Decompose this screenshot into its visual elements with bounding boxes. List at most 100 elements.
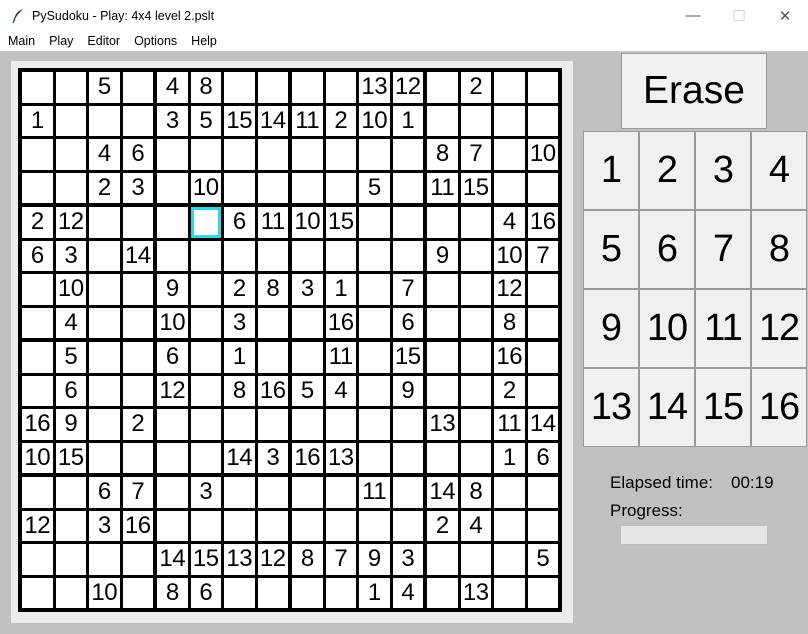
sudoku-cell[interactable] <box>55 477 86 508</box>
sudoku-cell[interactable]: 5 <box>89 72 120 103</box>
sudoku-cell[interactable] <box>224 510 255 541</box>
sudoku-cell[interactable]: 9 <box>157 274 188 305</box>
number-button-4[interactable]: 4 <box>751 131 807 210</box>
sudoku-cell[interactable] <box>89 375 120 406</box>
sudoku-cell[interactable] <box>527 274 558 305</box>
sudoku-cell[interactable]: 15 <box>190 544 221 575</box>
sudoku-cell[interactable]: 5 <box>55 342 86 373</box>
sudoku-cell[interactable] <box>527 105 558 136</box>
number-button-2[interactable]: 2 <box>639 131 695 210</box>
sudoku-cell[interactable]: 2 <box>89 172 120 203</box>
sudoku-cell[interactable] <box>22 375 53 406</box>
sudoku-cell[interactable]: 14 <box>427 477 458 508</box>
sudoku-cell[interactable] <box>257 240 288 271</box>
sudoku-cell[interactable] <box>427 577 458 608</box>
sudoku-cell[interactable] <box>89 544 120 575</box>
sudoku-cell[interactable] <box>427 105 458 136</box>
sudoku-cell[interactable]: 10 <box>157 307 188 338</box>
sudoku-cell[interactable]: 16 <box>257 375 288 406</box>
sudoku-cell[interactable]: 4 <box>494 207 525 238</box>
sudoku-cell[interactable]: 6 <box>392 307 423 338</box>
sudoku-cell[interactable]: 2 <box>22 207 53 238</box>
sudoku-cell[interactable] <box>224 409 255 440</box>
sudoku-cell[interactable] <box>494 139 525 170</box>
number-button-5[interactable]: 5 <box>583 210 639 289</box>
sudoku-cell[interactable] <box>55 510 86 541</box>
sudoku-cell[interactable] <box>359 274 390 305</box>
sudoku-cell[interactable]: 3 <box>392 544 423 575</box>
sudoku-cell[interactable]: 9 <box>427 240 458 271</box>
number-button-13[interactable]: 13 <box>583 368 639 447</box>
sudoku-cell[interactable]: 10 <box>55 274 86 305</box>
sudoku-cell[interactable] <box>122 274 153 305</box>
sudoku-cell[interactable] <box>257 307 288 338</box>
sudoku-cell[interactable] <box>460 442 491 473</box>
sudoku-cell[interactable]: 1 <box>494 442 525 473</box>
sudoku-cell[interactable] <box>427 544 458 575</box>
minimize-button[interactable]: — <box>670 0 716 31</box>
sudoku-cell[interactable]: 14 <box>224 442 255 473</box>
sudoku-cell[interactable] <box>89 307 120 338</box>
sudoku-cell[interactable]: 4 <box>55 307 86 338</box>
sudoku-cell[interactable]: 2 <box>325 105 356 136</box>
sudoku-cell[interactable]: 13 <box>359 72 390 103</box>
sudoku-cell[interactable]: 10 <box>89 577 120 608</box>
sudoku-cell[interactable] <box>122 442 153 473</box>
sudoku-cell[interactable]: 6 <box>527 442 558 473</box>
sudoku-cell[interactable] <box>527 342 558 373</box>
sudoku-cell[interactable] <box>190 240 221 271</box>
sudoku-cell[interactable]: 8 <box>257 274 288 305</box>
sudoku-cell[interactable]: 6 <box>55 375 86 406</box>
sudoku-cell[interactable] <box>325 240 356 271</box>
sudoku-cell[interactable] <box>157 510 188 541</box>
sudoku-cell[interactable] <box>22 477 53 508</box>
sudoku-cell[interactable]: 3 <box>89 510 120 541</box>
sudoku-cell[interactable]: 3 <box>257 442 288 473</box>
sudoku-cell[interactable] <box>22 172 53 203</box>
sudoku-cell[interactable] <box>157 207 188 238</box>
number-button-10[interactable]: 10 <box>639 289 695 368</box>
sudoku-cell[interactable] <box>527 375 558 406</box>
sudoku-cell[interactable] <box>460 274 491 305</box>
sudoku-cell[interactable] <box>22 139 53 170</box>
sudoku-cell[interactable] <box>55 544 86 575</box>
sudoku-cell[interactable] <box>460 105 491 136</box>
number-button-1[interactable]: 1 <box>583 131 639 210</box>
sudoku-cell[interactable] <box>89 207 120 238</box>
sudoku-cell[interactable] <box>257 577 288 608</box>
sudoku-cell[interactable]: 9 <box>55 409 86 440</box>
sudoku-cell[interactable]: 13 <box>325 442 356 473</box>
sudoku-cell[interactable] <box>527 477 558 508</box>
sudoku-cell[interactable]: 16 <box>494 342 525 373</box>
sudoku-cell[interactable]: 16 <box>325 307 356 338</box>
number-button-14[interactable]: 14 <box>639 368 695 447</box>
sudoku-cell[interactable]: 14 <box>527 409 558 440</box>
sudoku-cell[interactable] <box>22 577 53 608</box>
sudoku-cell[interactable]: 16 <box>292 442 323 473</box>
sudoku-cell[interactable] <box>392 477 423 508</box>
sudoku-cell[interactable]: 6 <box>157 342 188 373</box>
sudoku-cell[interactable] <box>460 240 491 271</box>
sudoku-cell[interactable] <box>292 510 323 541</box>
sudoku-cell[interactable] <box>527 307 558 338</box>
sudoku-cell[interactable] <box>292 240 323 271</box>
sudoku-cell[interactable]: 14 <box>122 240 153 271</box>
sudoku-cell[interactable] <box>427 307 458 338</box>
sudoku-cell[interactable] <box>257 342 288 373</box>
sudoku-cell[interactable] <box>392 207 423 238</box>
sudoku-cell[interactable] <box>392 172 423 203</box>
sudoku-cell[interactable]: 8 <box>190 72 221 103</box>
sudoku-cell[interactable] <box>157 442 188 473</box>
sudoku-cell[interactable] <box>527 577 558 608</box>
menu-play[interactable]: Play <box>41 31 79 51</box>
sudoku-cell[interactable]: 15 <box>224 105 255 136</box>
sudoku-cell[interactable]: 14 <box>157 544 188 575</box>
close-button[interactable]: ✕ <box>762 0 808 31</box>
number-button-9[interactable]: 9 <box>583 289 639 368</box>
sudoku-cell[interactable]: 13 <box>427 409 458 440</box>
sudoku-cell[interactable]: 7 <box>122 477 153 508</box>
sudoku-cell[interactable] <box>359 342 390 373</box>
sudoku-cell[interactable]: 8 <box>460 477 491 508</box>
sudoku-cell[interactable] <box>427 72 458 103</box>
sudoku-cell[interactable]: 5 <box>527 544 558 575</box>
